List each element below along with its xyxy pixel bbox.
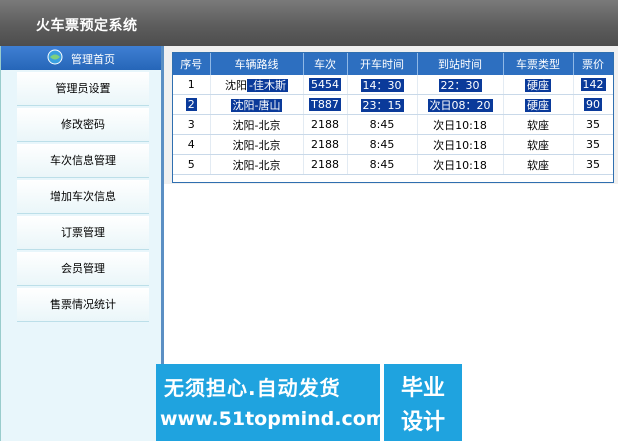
depart-text: 14：30 — [360, 78, 404, 92]
type-text: 硬座 — [525, 78, 551, 92]
watermark-right: 毕业 设计 — [384, 364, 462, 441]
price-text: 142 — [580, 78, 606, 91]
cell-price: 35 — [573, 114, 613, 135]
sidebar-item-member-manage[interactable]: 会员管理 — [17, 252, 149, 286]
cell-type: 硬座 — [503, 94, 574, 115]
watermark-left: 无须担心.自动发货 www.51topmind.com — [156, 364, 386, 441]
sidebar-item-sales-stats[interactable]: 售票情况统计 — [17, 288, 149, 322]
col-header-arrive[interactable]: 到站时间 — [417, 53, 504, 75]
cell-depart: 8:45 — [347, 154, 418, 175]
cell-price: 35 — [573, 134, 613, 155]
cell-no: 1 — [173, 75, 211, 95]
route-text-selected: 沈阳-唐山 — [230, 98, 283, 112]
col-header-depart[interactable]: 开车时间 — [347, 53, 418, 75]
col-header-type[interactable]: 车票类型 — [503, 53, 574, 75]
col-header-train[interactable]: 车次 — [303, 53, 348, 75]
train-text: T887 — [309, 98, 341, 111]
sidebar-item-change-password[interactable]: 修改密码 — [17, 108, 149, 142]
cell-route: 沈阳 -佳木斯 — [210, 75, 304, 95]
cell-train: 2188 — [303, 114, 348, 135]
watermark-label-bottom: 设计 — [400, 410, 445, 435]
cell-route: 沈阳-北京 — [210, 154, 304, 175]
train-text: 5454 — [309, 78, 341, 91]
table-row[interactable]: 2 沈阳-唐山 T887 23：15 次日08：20 硬座 90 — [173, 94, 613, 115]
watermark-slogan: 无须担心.自动发货 — [164, 376, 341, 400]
sidebar-item-add-train[interactable]: 增加车次信息 — [17, 180, 149, 214]
table-header-row: 序号 车辆路线 车次 开车时间 到站时间 车票类型 票价 — [173, 53, 613, 75]
cell-price: 90 — [573, 94, 613, 115]
cell-arrive: 次日10:18 — [417, 134, 504, 155]
sidebar-menu: 管理员设置 修改密码 车次信息管理 增加车次信息 订票管理 会员管理 售票情况统… — [17, 72, 149, 324]
cell-type: 软座 — [503, 134, 574, 155]
type-text: 硬座 — [525, 98, 551, 112]
home-globe-icon — [47, 49, 63, 65]
sidebar: 管理首页 管理员设置 修改密码 车次信息管理 增加车次信息 订票管理 会员管理 … — [0, 46, 164, 441]
sidebar-item-train-info-manage[interactable]: 车次信息管理 — [17, 144, 149, 178]
cell-depart: 8:45 — [347, 114, 418, 135]
cell-depart: 23：15 — [347, 94, 418, 115]
cell-route: 沈阳-唐山 — [210, 94, 304, 115]
arrive-text: 22：30 — [438, 78, 482, 92]
cell-arrive: 次日10:18 — [417, 114, 504, 135]
cell-price: 142 — [573, 75, 613, 95]
arrive-text: 次日08：20 — [427, 98, 493, 112]
sidebar-item-admin-settings[interactable]: 管理员设置 — [17, 72, 149, 106]
cell-route: 沈阳-北京 — [210, 114, 304, 135]
sidebar-header-label: 管理首页 — [71, 53, 115, 66]
app-title: 火车票预定系统 — [36, 18, 138, 34]
cell-depart: 14：30 — [347, 75, 418, 95]
col-header-price[interactable]: 票价 — [573, 53, 613, 75]
depart-text: 23：15 — [360, 98, 404, 112]
price-text: 90 — [584, 98, 602, 111]
cell-type: 软座 — [503, 154, 574, 175]
sidebar-header[interactable]: 管理首页 — [1, 46, 161, 70]
cell-type: 软座 — [503, 114, 574, 135]
watermark-banner: 无须担心.自动发货 www.51topmind.com 毕业 设计 — [156, 364, 462, 441]
cell-train: 5454 — [303, 75, 348, 95]
cell-arrive: 次日08：20 — [417, 94, 504, 115]
cell-route: 沈阳-北京 — [210, 134, 304, 155]
cell-no: 3 — [173, 114, 211, 135]
watermark-label-top: 毕业 — [400, 376, 445, 401]
cell-train: T887 — [303, 94, 348, 115]
table-row[interactable]: 3 沈阳-北京 2188 8:45 次日10:18 软座 35 — [173, 114, 613, 135]
cell-arrive: 次日10:18 — [417, 154, 504, 175]
table-row[interactable]: 1 沈阳 -佳木斯 5454 14：30 22：30 硬座 142 — [173, 75, 613, 95]
cell-no: 2 — [173, 94, 211, 115]
cell-train: 2188 — [303, 134, 348, 155]
cell-train: 2188 — [303, 154, 348, 175]
cell-type: 硬座 — [503, 75, 574, 95]
watermark-url: www.51topmind.com — [160, 408, 386, 430]
no-text: 2 — [185, 98, 197, 111]
cell-depart: 8:45 — [347, 134, 418, 155]
table-row[interactable]: 4 沈阳-北京 2188 8:45 次日10:18 软座 35 — [173, 134, 613, 155]
table-row[interactable]: 5 沈阳-北京 2188 8:45 次日10:18 软座 35 — [173, 154, 613, 175]
sidebar-item-booking-manage[interactable]: 订票管理 — [17, 216, 149, 250]
train-table: 序号 车辆路线 车次 开车时间 到站时间 车票类型 票价 1 沈阳 -佳木斯 54… — [173, 53, 613, 175]
cell-arrive: 22：30 — [417, 75, 504, 95]
col-header-route[interactable]: 车辆路线 — [210, 53, 304, 75]
top-banner: 火车票预定系统 — [0, 0, 618, 47]
route-text-selected: -佳木斯 — [247, 78, 288, 92]
route-text: 沈阳 — [225, 78, 247, 92]
cell-no: 5 — [173, 154, 211, 175]
cell-no: 4 — [173, 134, 211, 155]
cell-price: 35 — [573, 154, 613, 175]
col-header-no[interactable]: 序号 — [173, 53, 211, 75]
train-table-container: 序号 车辆路线 车次 开车时间 到站时间 车票类型 票价 1 沈阳 -佳木斯 54… — [172, 52, 614, 183]
